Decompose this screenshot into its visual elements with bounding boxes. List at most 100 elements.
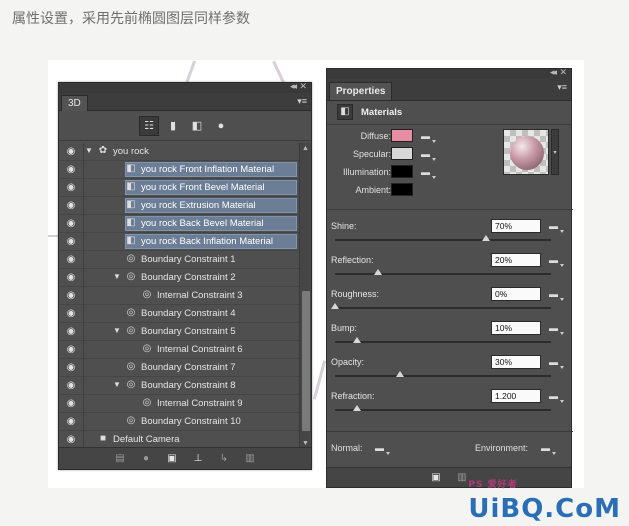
tree-row[interactable]: ◉ ◧ you rock Front Inflation Material bbox=[59, 161, 299, 179]
panel-menu-icon[interactable]: ▾≡ bbox=[557, 82, 567, 93]
tree-row[interactable]: ◉ ◎ Boundary Constraint 7 bbox=[59, 359, 299, 377]
color-label: Diffuse: bbox=[360, 131, 391, 141]
color-swatch[interactable] bbox=[391, 183, 413, 196]
close-icon[interactable]: ✕ bbox=[299, 81, 307, 92]
texture-folder-icon[interactable]: ▬ bbox=[549, 323, 564, 335]
load-texture-icon[interactable]: ▣ bbox=[428, 471, 444, 485]
slider-track[interactable] bbox=[335, 409, 551, 411]
normal-folder-icon[interactable]: ▬ bbox=[375, 443, 390, 455]
visibility-eye-icon[interactable]: ◉ bbox=[64, 254, 78, 266]
expand-triangle-icon[interactable]: ▼ bbox=[113, 380, 121, 389]
constraint-icon: ◎ bbox=[126, 253, 136, 264]
divider bbox=[83, 395, 84, 413]
tree-row[interactable]: ◉ ▼ ✿ you rock bbox=[59, 143, 299, 161]
tab-properties[interactable]: Properties bbox=[329, 82, 393, 100]
texture-folder-icon[interactable]: ▬ bbox=[421, 131, 436, 143]
property-value-input[interactable]: 70% bbox=[491, 219, 541, 233]
property-slider-row: Shine: 70% ▬ bbox=[327, 219, 573, 253]
color-swatch[interactable] bbox=[391, 129, 413, 142]
color-swatch[interactable] bbox=[391, 147, 413, 160]
tree-row[interactable]: ◉ ◎ Internal Constraint 9 bbox=[59, 395, 299, 413]
property-label: Reflection: bbox=[331, 255, 374, 265]
tree-row[interactable]: ◉ ▼ ◎ Boundary Constraint 2 bbox=[59, 269, 299, 287]
trash-icon[interactable]: ▥ bbox=[242, 452, 258, 466]
meshes-filter-icon[interactable]: ▮ bbox=[163, 116, 183, 136]
material-picker-dropdown-icon[interactable]: ▾ bbox=[551, 129, 559, 175]
texture-folder-icon[interactable]: ▬ bbox=[549, 255, 564, 267]
collapse-icon[interactable]: ◂◂ bbox=[290, 81, 297, 92]
visibility-eye-icon[interactable]: ◉ bbox=[64, 308, 78, 320]
tree-row[interactable]: ◉ ◧ you rock Back Inflation Material bbox=[59, 233, 299, 251]
lights-filter-icon[interactable]: ● bbox=[211, 116, 231, 136]
drop-to-plane-icon[interactable]: ⊥ bbox=[190, 452, 206, 466]
tree-row[interactable]: ◉ ◎ Boundary Constraint 1 bbox=[59, 251, 299, 269]
texture-folder-icon[interactable]: ▬ bbox=[421, 149, 436, 161]
texture-folder-icon[interactable]: ▬ bbox=[549, 357, 564, 369]
scroll-down-icon[interactable]: ▼ bbox=[302, 440, 309, 447]
texture-folder-icon[interactable]: ▬ bbox=[549, 289, 564, 301]
visibility-eye-icon[interactable]: ◉ bbox=[64, 326, 78, 338]
scroll-thumb[interactable] bbox=[302, 291, 310, 431]
visibility-eye-icon[interactable]: ◉ bbox=[64, 290, 78, 302]
tree-row[interactable]: ◉ ◧ you rock Back Bevel Material bbox=[59, 215, 299, 233]
tree-scrollbar[interactable]: ▲ ▼ bbox=[299, 143, 311, 449]
tab-3d[interactable]: 3D bbox=[61, 95, 88, 111]
property-value-input[interactable]: 20% bbox=[491, 253, 541, 267]
visibility-eye-icon[interactable]: ◉ bbox=[64, 200, 78, 212]
slider-track[interactable] bbox=[335, 273, 551, 275]
scroll-up-icon[interactable]: ▲ bbox=[302, 145, 309, 152]
panel-menu-icon[interactable]: ▾≡ bbox=[297, 96, 307, 107]
texture-folder-icon[interactable]: ▬ bbox=[549, 391, 564, 403]
expand-triangle-icon[interactable]: ▼ bbox=[113, 272, 121, 281]
visibility-eye-icon[interactable]: ◉ bbox=[64, 218, 78, 230]
slider-thumb[interactable] bbox=[352, 405, 361, 411]
visibility-eye-icon[interactable]: ◉ bbox=[64, 380, 78, 392]
visibility-eye-icon[interactable]: ◉ bbox=[64, 434, 78, 446]
materials-filter-icon[interactable]: ◧ bbox=[187, 116, 207, 136]
visibility-eye-icon[interactable]: ◉ bbox=[64, 182, 78, 194]
visibility-eye-icon[interactable]: ◉ bbox=[64, 164, 78, 176]
slider-thumb[interactable] bbox=[395, 371, 404, 377]
texture-folder-icon[interactable]: ▬ bbox=[421, 167, 436, 179]
slider-track[interactable] bbox=[335, 341, 551, 343]
property-value-input[interactable]: 30% bbox=[491, 355, 541, 369]
whole-scene-filter-icon[interactable]: ☷ bbox=[139, 115, 159, 136]
visibility-eye-icon[interactable]: ◉ bbox=[64, 236, 78, 248]
slider-track[interactable] bbox=[335, 307, 551, 309]
visibility-eye-icon[interactable]: ◉ bbox=[64, 344, 78, 356]
tree-row[interactable]: ◉ ▼ ◎ Boundary Constraint 8 bbox=[59, 377, 299, 395]
slider-track[interactable] bbox=[335, 239, 551, 241]
light-bulb-icon[interactable]: ● bbox=[138, 452, 154, 466]
visibility-eye-icon[interactable]: ◉ bbox=[64, 416, 78, 428]
cross-section-icon[interactable]: ▣ bbox=[164, 452, 180, 466]
environment-folder-icon[interactable]: ▬ bbox=[541, 443, 556, 455]
slider-thumb[interactable] bbox=[374, 269, 383, 275]
visibility-eye-icon[interactable]: ◉ bbox=[64, 398, 78, 410]
material-preview[interactable] bbox=[503, 129, 549, 175]
color-swatch[interactable] bbox=[391, 165, 413, 178]
render-icon[interactable]: ▤ bbox=[112, 452, 128, 466]
tree-row[interactable]: ◉ ◎ Boundary Constraint 10 bbox=[59, 413, 299, 431]
slider-track[interactable] bbox=[335, 375, 551, 377]
new-light-icon[interactable]: ↳ bbox=[216, 452, 232, 466]
visibility-eye-icon[interactable]: ◉ bbox=[64, 272, 78, 284]
tree-row[interactable]: ◉ ▼ ◎ Boundary Constraint 5 bbox=[59, 323, 299, 341]
tree-row[interactable]: ◉ ◧ you rock Front Bevel Material bbox=[59, 179, 299, 197]
property-value-input[interactable]: 10% bbox=[491, 321, 541, 335]
slider-thumb[interactable] bbox=[482, 235, 491, 241]
slider-thumb[interactable] bbox=[352, 337, 361, 343]
visibility-eye-icon[interactable]: ◉ bbox=[64, 362, 78, 374]
property-value-input[interactable]: 0% bbox=[491, 287, 541, 301]
tree-row[interactable]: ◉ ◎ Internal Constraint 6 bbox=[59, 341, 299, 359]
texture-folder-icon[interactable]: ▬ bbox=[549, 221, 564, 233]
tree-row[interactable]: ◉ ◎ Boundary Constraint 4 bbox=[59, 305, 299, 323]
tree-row[interactable]: ◉ ◎ Internal Constraint 3 bbox=[59, 287, 299, 305]
tree-row[interactable]: ◉ ◧ you rock Extrusion Material bbox=[59, 197, 299, 215]
expand-triangle-icon[interactable]: ▼ bbox=[113, 326, 121, 335]
collapse-icon[interactable]: ◂◂ bbox=[550, 67, 557, 78]
property-value-input[interactable]: 1.200 bbox=[491, 389, 541, 403]
slider-thumb[interactable] bbox=[331, 303, 339, 309]
visibility-eye-icon[interactable]: ◉ bbox=[64, 146, 78, 158]
expand-triangle-icon[interactable]: ▼ bbox=[85, 146, 93, 155]
close-icon[interactable]: ✕ bbox=[559, 67, 567, 78]
